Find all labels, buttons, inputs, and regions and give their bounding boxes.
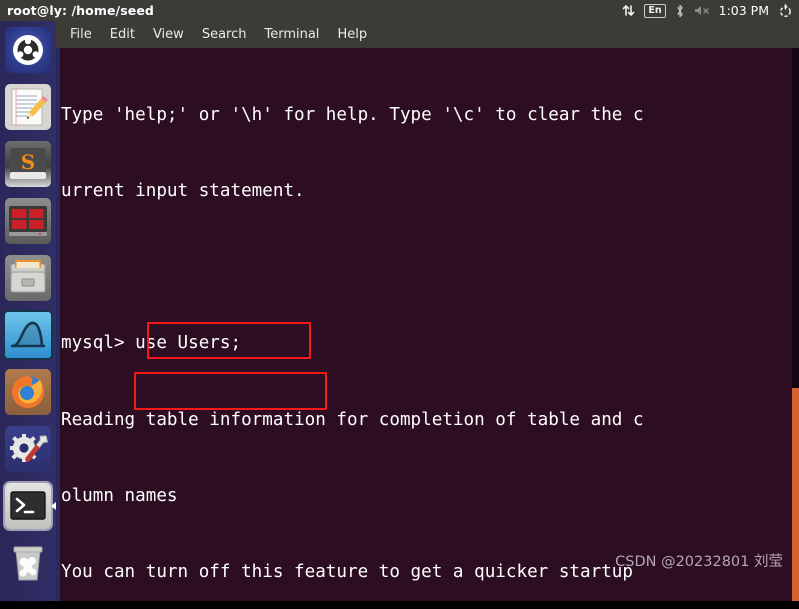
top-panel: root@ly: /home/seed En 1:03 PM xyxy=(0,0,799,21)
terminal-line: mysql> use Users; xyxy=(61,333,242,354)
launcher-item-text-editor[interactable] xyxy=(0,78,56,135)
menu-file[interactable]: File xyxy=(70,27,92,42)
terminal-window: File Edit View Search Terminal Help Type… xyxy=(56,21,799,609)
desktop-bottom-edge xyxy=(0,601,799,609)
bluetooth-icon[interactable] xyxy=(675,4,685,18)
ubuntu-dash-icon xyxy=(5,26,51,73)
volume-muted-icon[interactable] xyxy=(694,4,710,17)
unity-launcher: S xyxy=(0,21,56,609)
files-cabinet-icon xyxy=(5,254,51,301)
network-icon[interactable] xyxy=(622,4,635,17)
menu-help[interactable]: Help xyxy=(337,27,367,42)
running-indicator-arrow xyxy=(51,501,56,510)
menu-view[interactable]: View xyxy=(153,27,184,42)
text-editor-icon xyxy=(5,83,51,130)
menu-search[interactable]: Search xyxy=(202,27,247,42)
svg-text:S: S xyxy=(21,150,35,174)
system-settings-icon xyxy=(5,425,51,472)
terminal-line: Reading table information for completion… xyxy=(61,409,644,430)
launcher-item-trash[interactable] xyxy=(0,534,56,591)
vmware-icon xyxy=(5,197,51,244)
trash-icon xyxy=(5,540,51,586)
menu-terminal[interactable]: Terminal xyxy=(264,27,319,42)
terminal-left-edge xyxy=(56,48,60,609)
terminal-scrollbar-thumb[interactable] xyxy=(792,388,799,609)
clock[interactable]: 1:03 PM xyxy=(719,3,769,18)
terminal-menubar: File Edit View Search Terminal Help xyxy=(56,21,799,48)
terminal-line: Type 'help;' or '\h' for help. Type '\c'… xyxy=(61,104,644,125)
launcher-item-wireshark[interactable] xyxy=(0,306,56,363)
launcher-item-sublime-text[interactable]: S xyxy=(0,135,56,192)
window-title: root@ly: /home/seed xyxy=(7,3,154,18)
terminal-text: Type 'help;' or '\h' for help. Type '\c'… xyxy=(61,52,793,609)
terminal-output-area[interactable]: Type 'help;' or '\h' for help. Type '\c'… xyxy=(56,48,799,609)
terminal-icon xyxy=(5,482,51,529)
keyboard-layout-indicator[interactable]: En xyxy=(644,3,666,18)
indicator-area: En 1:03 PM xyxy=(622,3,799,18)
wireshark-icon xyxy=(3,309,53,360)
terminal-line: olumn names xyxy=(61,485,178,506)
launcher-item-ubuntu-dash[interactable] xyxy=(0,21,56,78)
launcher-item-files[interactable] xyxy=(0,249,56,306)
terminal-line: urrent input statement. xyxy=(61,181,305,202)
launcher-item-vmware[interactable] xyxy=(0,192,56,249)
menu-edit[interactable]: Edit xyxy=(110,27,135,42)
launcher-item-terminal[interactable] xyxy=(0,477,56,534)
launcher-item-system-settings[interactable] xyxy=(0,420,56,477)
launcher-item-firefox[interactable] xyxy=(0,363,56,420)
firefox-icon xyxy=(5,368,51,415)
terminal-scrollbar-track[interactable] xyxy=(792,48,799,609)
watermark: CSDN @20232801 刘莹 xyxy=(615,554,783,570)
sublime-text-icon: S xyxy=(5,140,51,187)
power-gear-icon[interactable] xyxy=(778,3,792,18)
